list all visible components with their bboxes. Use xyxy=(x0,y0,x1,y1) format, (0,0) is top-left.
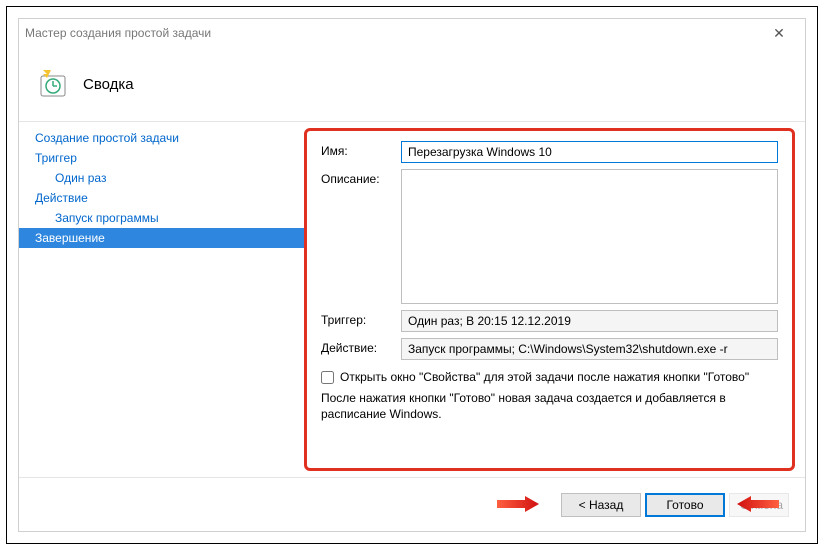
clock-task-icon xyxy=(37,68,69,100)
name-label: Имя: xyxy=(321,141,393,158)
sidebar-item-runprog[interactable]: Запуск программы xyxy=(19,208,304,228)
wizard-header: Сводка xyxy=(19,47,805,122)
desc-label: Описание: xyxy=(321,169,393,186)
wizard-window: Мастер создания простой задачи ✕ Сводка … xyxy=(18,18,806,532)
page-title: Сводка xyxy=(83,76,134,93)
titlebar: Мастер создания простой задачи ✕ xyxy=(19,19,805,47)
row-trigger: Триггер: Один раз; В 20:15 12.12.2019 xyxy=(321,310,778,332)
outer-frame: Мастер создания простой задачи ✕ Сводка … xyxy=(6,6,818,544)
back-button[interactable]: < Назад xyxy=(561,493,641,517)
name-field[interactable]: Перезагрузка Windows 10 xyxy=(401,141,778,163)
sidebar-item-finish[interactable]: Завершение xyxy=(19,228,304,248)
sidebar-item-trigger[interactable]: Триггер xyxy=(19,148,304,168)
open-props-label: Открыть окно "Свойства" для этой задачи … xyxy=(340,370,749,384)
sidebar-item-once[interactable]: Один раз xyxy=(19,168,304,188)
action-label: Действие: xyxy=(321,338,393,355)
wizard-footer: < Назад Готово Отмена xyxy=(19,477,805,531)
close-button[interactable]: ✕ xyxy=(759,25,799,42)
sidebar-item-create[interactable]: Создание простой задачи xyxy=(19,128,304,148)
wizard-body: Создание простой задачи Триггер Один раз… xyxy=(19,122,805,477)
trigger-field: Один раз; В 20:15 12.12.2019 xyxy=(401,310,778,332)
row-action: Действие: Запуск программы; C:\Windows\S… xyxy=(321,338,778,360)
open-props-checkbox[interactable] xyxy=(321,371,334,384)
open-props-row[interactable]: Открыть окно "Свойства" для этой задачи … xyxy=(321,370,778,384)
annotation-arrow-right xyxy=(737,494,779,514)
wizard-sidebar: Создание простой задачи Триггер Один раз… xyxy=(19,122,304,477)
row-name: Имя: Перезагрузка Windows 10 xyxy=(321,141,778,163)
trigger-label: Триггер: xyxy=(321,310,393,327)
content-wrap: Имя: Перезагрузка Windows 10 Описание: Т… xyxy=(304,122,805,477)
finish-button[interactable]: Готово xyxy=(645,493,725,517)
sidebar-item-action[interactable]: Действие xyxy=(19,188,304,208)
window-title: Мастер создания простой задачи xyxy=(25,26,759,40)
finish-note: После нажатия кнопки "Готово" новая зада… xyxy=(321,390,778,422)
annotation-arrow-left xyxy=(497,494,539,514)
desc-field[interactable] xyxy=(401,169,778,304)
row-desc: Описание: xyxy=(321,169,778,304)
summary-panel: Имя: Перезагрузка Windows 10 Описание: Т… xyxy=(304,128,795,471)
action-field: Запуск программы; C:\Windows\System32\sh… xyxy=(401,338,778,360)
